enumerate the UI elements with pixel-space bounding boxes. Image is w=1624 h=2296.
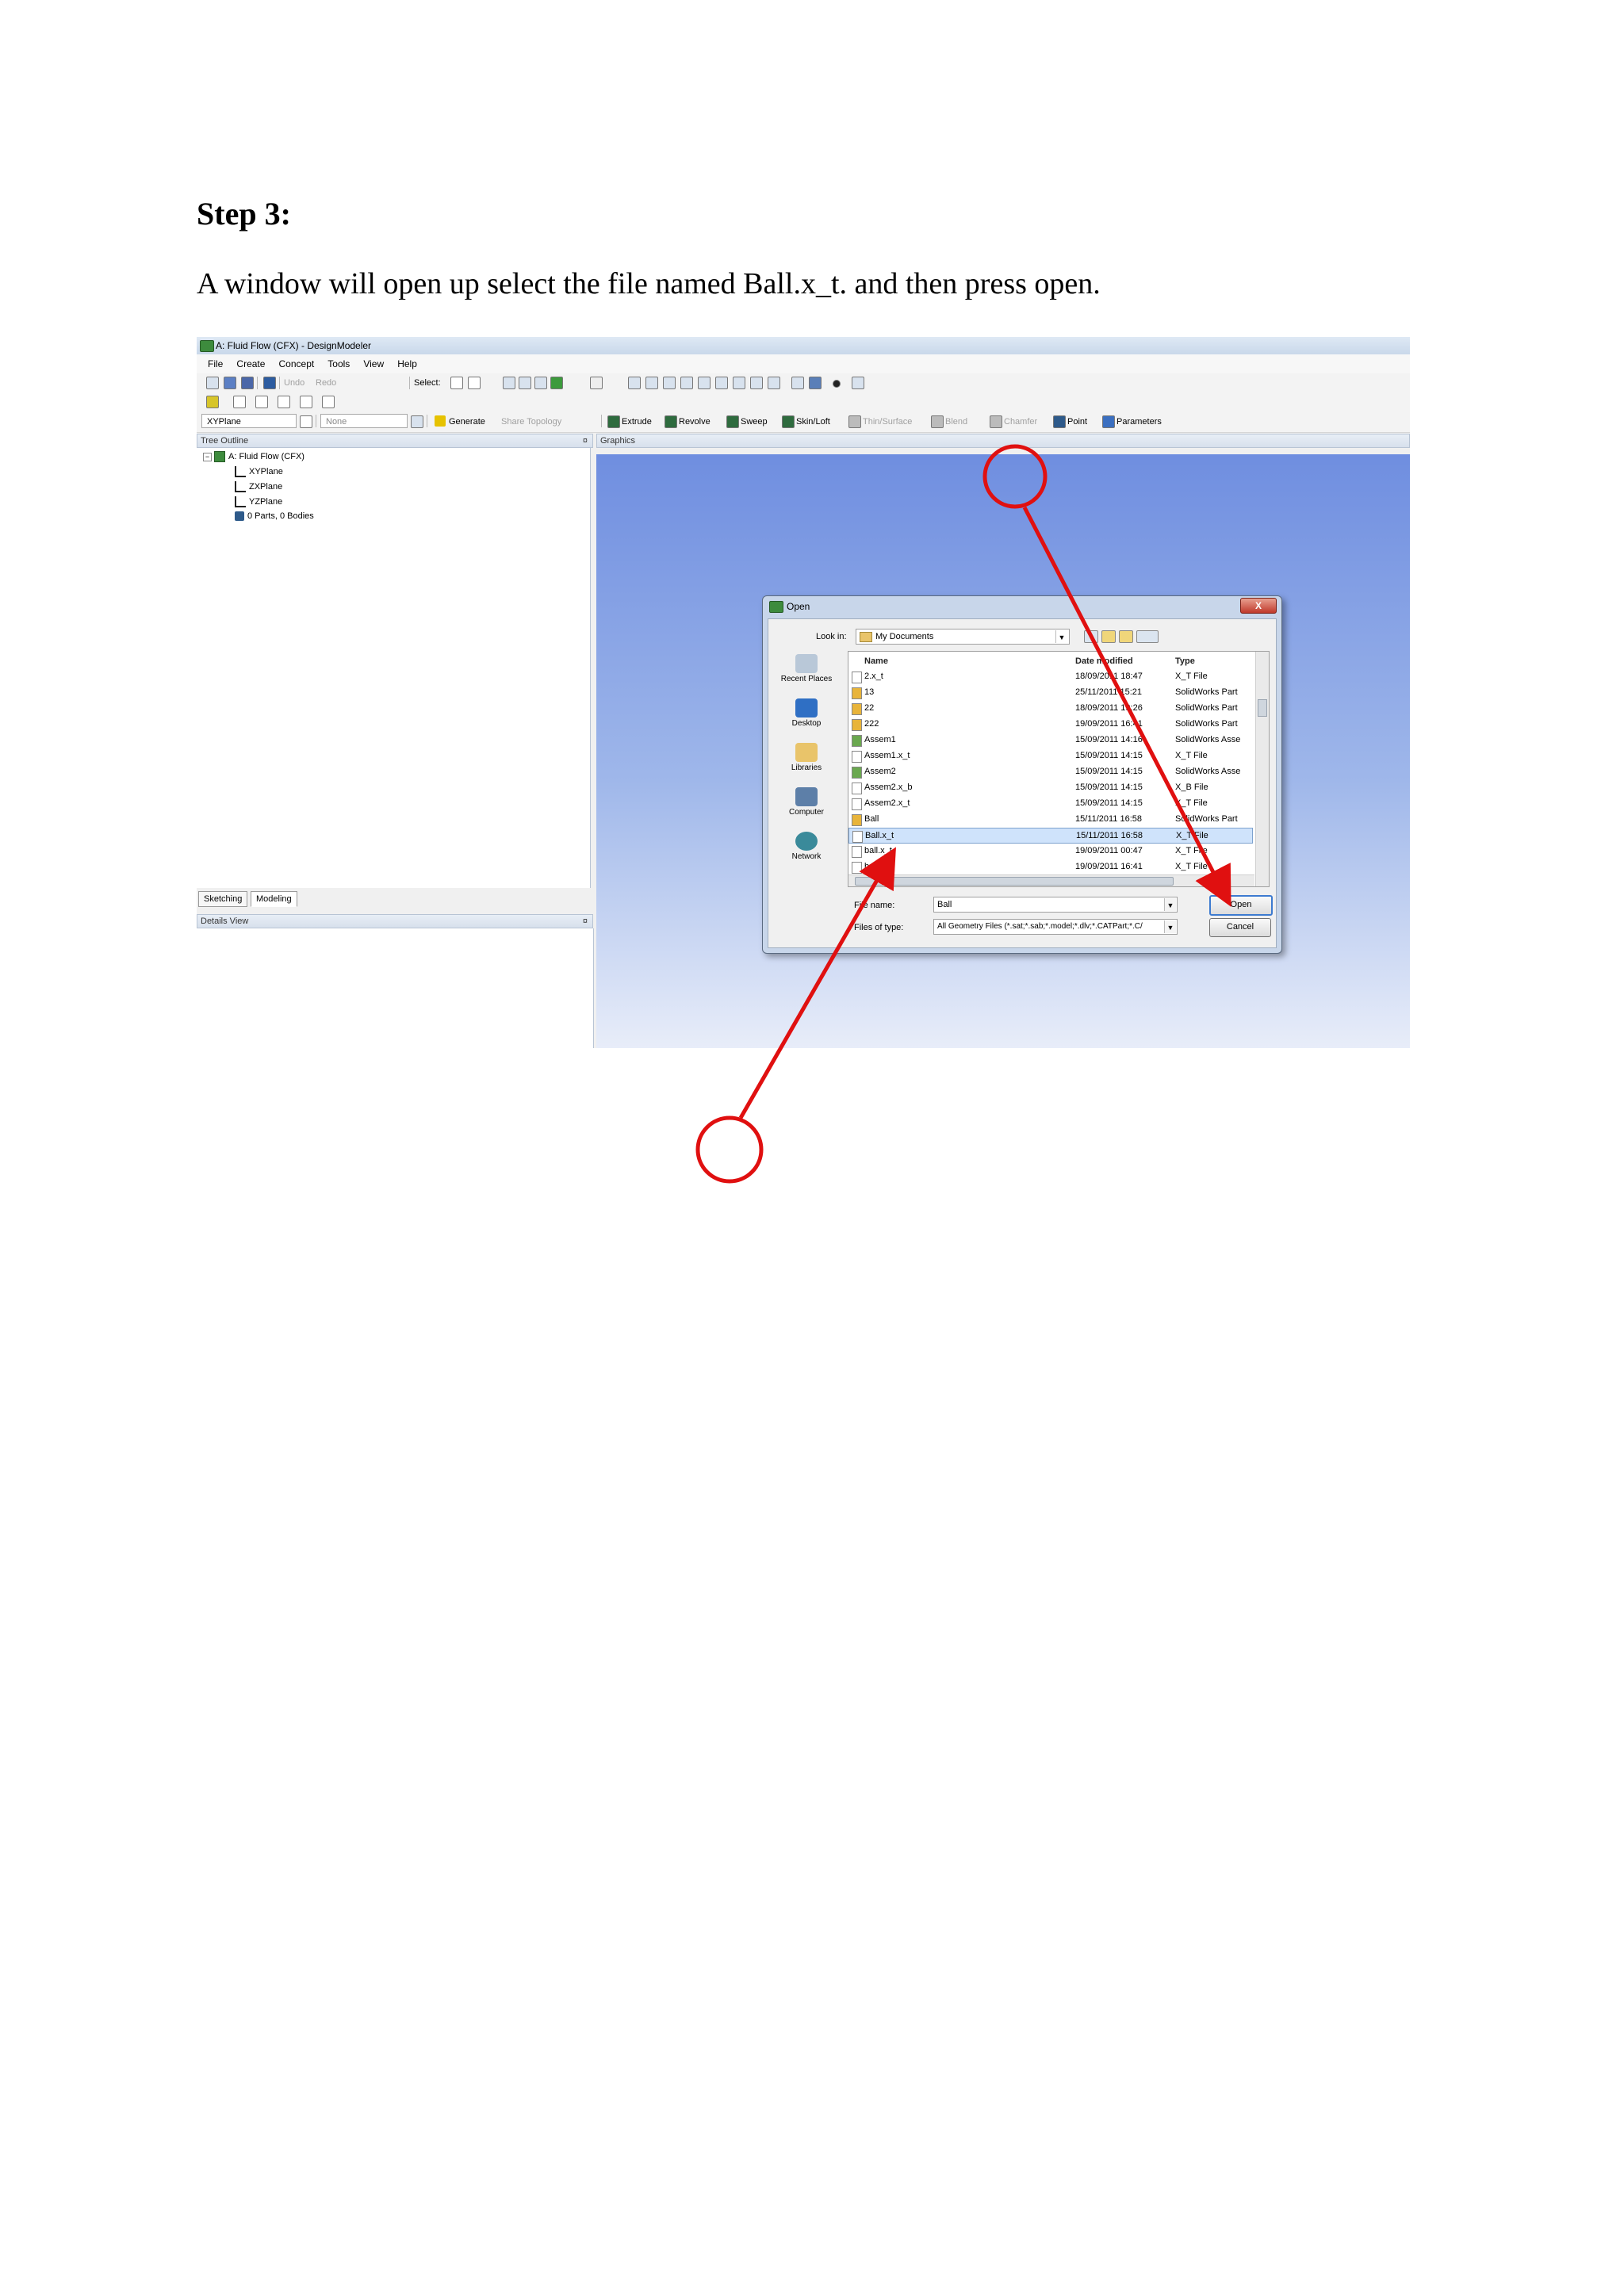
annotation-circle-top (982, 444, 1048, 509)
annotation-overlay (695, 444, 1231, 1184)
annotation-circle-bottom (695, 1115, 764, 1184)
arrow-to-ball-file (738, 847, 896, 1119)
arrow-to-open-button (1022, 506, 1231, 907)
